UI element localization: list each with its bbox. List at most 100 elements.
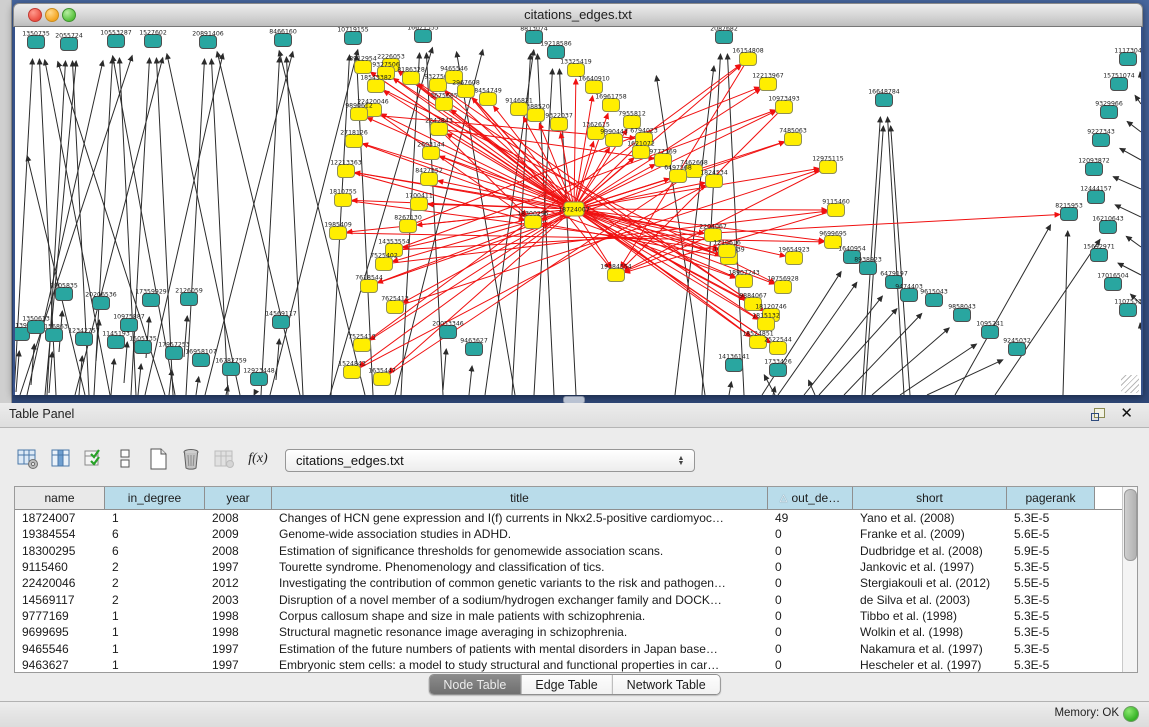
scrollbar-thumb[interactable]: [1124, 489, 1137, 561]
table-cell[interactable]: 2008: [205, 511, 272, 525]
graph-node-teal[interactable]: 12342757: [68, 328, 100, 346]
graph-node-yellow[interactable]: 1824534: [700, 170, 728, 188]
graph-node-teal[interactable]: 1350735: [22, 31, 50, 49]
graph-node-teal[interactable]: 16210643: [1092, 216, 1124, 234]
table-cell[interactable]: 9699695: [15, 625, 105, 639]
graph-node-yellow[interactable]: 1700411: [405, 193, 433, 211]
memory-status-label[interactable]: Memory: OK: [1054, 707, 1119, 719]
window-resize-grip[interactable]: [1121, 375, 1139, 393]
graph-node-teal[interactable]: 16958107: [185, 349, 217, 367]
graph-node-teal[interactable]: 9329966: [1095, 101, 1123, 119]
table-cell[interactable]: 1: [105, 511, 205, 525]
table-cell[interactable]: 1997: [205, 658, 272, 672]
graph-node-yellow[interactable]: 7955812: [618, 111, 646, 129]
table-cell[interactable]: 14569117: [15, 593, 105, 607]
network-view-window[interactable]: citations_edges.txt 18724007133254191664…: [13, 3, 1143, 395]
table-cell[interactable]: 5.3E-5: [1007, 560, 1095, 574]
table-row[interactable]: 1938455462009Genome-wide association stu…: [15, 526, 1122, 542]
close-panel-icon[interactable]: ✕: [1120, 405, 1133, 423]
graph-node-teal[interactable]: 17016504: [1097, 273, 1129, 291]
table-cell[interactable]: 2008: [205, 544, 272, 558]
table-cell[interactable]: 9463627: [15, 658, 105, 672]
table-cell[interactable]: 2: [105, 576, 205, 590]
table-cell[interactable]: 5.6E-5: [1007, 527, 1095, 541]
table-cell[interactable]: 5.3E-5: [1007, 609, 1095, 623]
table-cell[interactable]: 5.3E-5: [1007, 593, 1095, 607]
graph-node-yellow[interactable]: 2522544: [764, 337, 792, 355]
table-cell[interactable]: Structural magnetic resonance image aver…: [272, 625, 768, 639]
graph-node-teal[interactable]: 15751074: [1103, 73, 1135, 91]
graph-node-teal[interactable]: 8215953: [1055, 203, 1083, 221]
table-cell[interactable]: 1998: [205, 609, 272, 623]
import-table-icon[interactable]: [210, 445, 238, 473]
table-cell[interactable]: 2012: [205, 576, 272, 590]
graph-node-yellow[interactable]: 8454749: [474, 88, 502, 106]
graph-node-yellow[interactable]: 9115460: [822, 199, 850, 217]
graph-node-yellow[interactable]: 1524843: [338, 361, 366, 379]
graph-node-yellow[interactable]: 16154808: [732, 48, 764, 66]
graph-node-teal[interactable]: 9615043: [920, 289, 948, 307]
graph-node-teal[interactable]: 9474403: [895, 284, 923, 302]
tab-edge-table[interactable]: Edge Table: [520, 675, 611, 694]
table-cell[interactable]: Embryonic stem cells: a model to study s…: [272, 658, 768, 672]
table-cell[interactable]: 2: [105, 593, 205, 607]
graph-node-yellow[interactable]: 12213967: [752, 73, 784, 91]
graph-node-yellow[interactable]: 13325419: [560, 59, 592, 77]
tab-node-table[interactable]: Node Table: [429, 675, 520, 694]
table-settings-icon[interactable]: [14, 445, 42, 473]
table-cell[interactable]: 49: [768, 511, 853, 525]
table-cell[interactable]: Disruption of a novel member of a sodium…: [272, 593, 768, 607]
column-header-in_degree[interactable]: in_degree: [105, 487, 205, 509]
table-cell[interactable]: Stergiakouli et al. (2012): [853, 576, 1007, 590]
graph-node-teal[interactable]: 14569117: [265, 311, 297, 329]
table-cell[interactable]: Tourette syndrome. Phenomenology and cla…: [272, 560, 768, 574]
column-header-year[interactable]: year: [205, 487, 272, 509]
graph-node-teal[interactable]: 9463627: [460, 338, 488, 356]
table-cell[interactable]: 5.5E-5: [1007, 576, 1095, 590]
table-cell[interactable]: 1997: [205, 642, 272, 656]
graph-node-teal[interactable]: 10719155: [337, 27, 369, 45]
graph-node-yellow[interactable]: 19756928: [767, 276, 799, 294]
graph-node-teal[interactable]: 9858043: [948, 304, 976, 322]
table-cell[interactable]: Hescheler et al. (1997): [853, 658, 1007, 672]
graph-node-teal[interactable]: 20891406: [192, 31, 224, 49]
table-cell[interactable]: Investigating the contribution of common…: [272, 576, 768, 590]
graph-node-teal[interactable]: 20206536: [85, 292, 117, 310]
table-cell[interactable]: 5.3E-5: [1007, 658, 1095, 672]
table-row[interactable]: 977716911998Corpus callosum shape and si…: [15, 608, 1122, 624]
graph-node-teal[interactable]: 16671355: [407, 27, 439, 43]
graph-node-teal[interactable]: 15692971: [1083, 244, 1115, 262]
table-cell[interactable]: Wolkin et al. (1998): [853, 625, 1007, 639]
table-row[interactable]: 1456911722003Disruption of a novel membe…: [15, 591, 1122, 607]
graph-node-yellow[interactable]: 2242843: [425, 118, 453, 136]
table-cell[interactable]: 0: [768, 593, 853, 607]
table-cell[interactable]: 1997: [205, 560, 272, 574]
graph-node-yellow[interactable]: 7618544: [355, 275, 383, 293]
graph-node-teal[interactable]: 10553287: [100, 30, 132, 48]
table-scrollbar[interactable]: [1122, 487, 1137, 672]
graph-node-yellow[interactable]: 7625413: [381, 296, 409, 314]
column-header-title[interactable]: title: [272, 487, 768, 509]
graph-node-teal[interactable]: 2055724: [55, 33, 83, 51]
graph-node-teal[interactable]: 12923448: [243, 368, 275, 386]
citation-network-graph[interactable]: 1872400713325419166409101696175879558121…: [15, 27, 1141, 395]
table-cell[interactable]: 5.3E-5: [1007, 642, 1095, 656]
graph-node-yellow[interactable]: 8186328: [397, 67, 425, 85]
table-cell[interactable]: 1: [105, 609, 205, 623]
row-height-icon[interactable]: [111, 445, 139, 473]
table-row[interactable]: 969969511998Structural magnetic resonanc…: [15, 624, 1122, 640]
table-cell[interactable]: 1: [105, 658, 205, 672]
graph-node-teal[interactable]: 20053346: [432, 321, 464, 339]
graph-node-yellow[interactable]: 8267130: [394, 215, 422, 233]
table-cell[interactable]: 9115460: [15, 560, 105, 574]
table-cell[interactable]: 0: [768, 658, 853, 672]
column-header-pagerank[interactable]: pagerank: [1007, 487, 1095, 509]
table-cell[interactable]: 2: [105, 560, 205, 574]
table-cell[interactable]: 19384554: [15, 527, 105, 541]
table-row[interactable]: 1872400712008Changes of HCN gene express…: [15, 510, 1122, 526]
table-cell[interactable]: 18724007: [15, 511, 105, 525]
table-cell[interactable]: Estimation of significance thresholds fo…: [272, 544, 768, 558]
table-cell[interactable]: Yano et al. (2008): [853, 511, 1007, 525]
graph-node-yellow[interactable]: 1985409: [324, 222, 352, 240]
graph-node-teal[interactable]: 8938923: [854, 257, 882, 275]
